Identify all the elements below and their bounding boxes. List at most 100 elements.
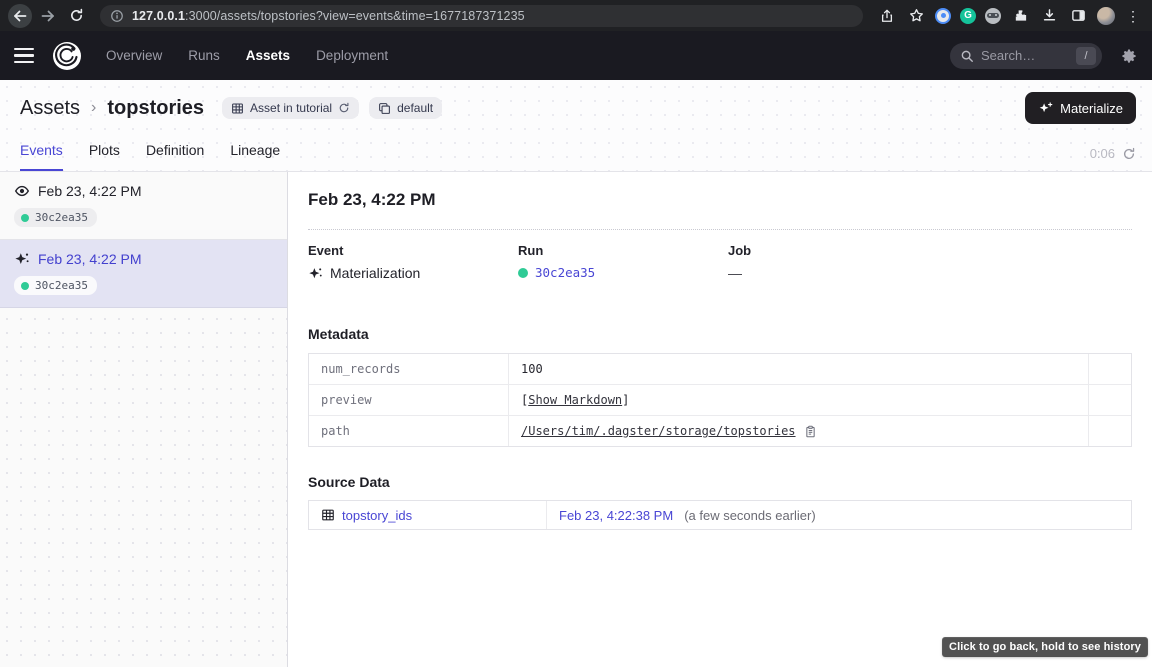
site-info-icon[interactable] (110, 9, 124, 23)
event-list-item-observation[interactable]: Feb 23, 4:22 PM 30c2ea35 (0, 172, 287, 240)
refresh-timer-label: 0:06 (1090, 146, 1115, 161)
path-link[interactable]: /Users/tim/.dagster/storage/topstories (521, 424, 796, 438)
breadcrumb-assets-link[interactable]: Assets (20, 97, 80, 120)
sparkle-materialization-icon (14, 251, 30, 267)
browser-reload-button[interactable] (64, 4, 88, 28)
refresh-icon (1122, 147, 1136, 161)
summary-run-column: Run 30c2ea35 (518, 243, 728, 281)
job-empty-value: — (728, 265, 742, 281)
downloads-button[interactable] (1039, 6, 1059, 26)
puzzle-piece-icon (1013, 8, 1028, 23)
grammarly-extension-icon[interactable]: G (960, 8, 976, 24)
event-run-pill[interactable]: 30c2ea35 (14, 276, 97, 295)
url-text: 127.0.0.1:3000/assets/topstories?view=ev… (132, 9, 525, 23)
event-timestamp: Feb 23, 4:22 PM (38, 251, 142, 267)
side-panel-button[interactable] (1068, 6, 1088, 26)
share-button[interactable] (877, 6, 897, 26)
event-list-sidebar: Feb 23, 4:22 PM 30c2ea35 Feb 23, 4:22 PM… (0, 172, 288, 667)
extensions-button[interactable] (1010, 6, 1030, 26)
browser-back-button[interactable] (8, 4, 32, 28)
hamburger-icon (14, 48, 34, 63)
event-list-item-materialization[interactable]: Feb 23, 4:22 PM 30c2ea35 (0, 240, 287, 308)
browser-toolbar-icons: G ⋮ (875, 6, 1144, 26)
source-timestamp-cell: Feb 23, 4:22:38 PM (a few seconds earlie… (547, 501, 1131, 529)
app-window: 127.0.0.1:3000/assets/topstories?view=ev… (0, 0, 1152, 667)
browser-chrome: 127.0.0.1:3000/assets/topstories?view=ev… (0, 0, 1152, 31)
metadata-value-cell: [Show Markdown] (509, 385, 1089, 416)
run-status-dot (518, 268, 528, 278)
source-timestamp-note: (a few seconds earlier) (684, 508, 816, 523)
summary-event-column: Event Materialization (308, 243, 518, 281)
search-icon (960, 49, 974, 63)
bookmark-star-icon (909, 8, 924, 23)
event-type-value: Materialization (330, 265, 420, 281)
events-view: Feb 23, 4:22 PM 30c2ea35 Feb 23, 4:22 PM… (0, 172, 1152, 667)
history-extension-icon[interactable] (935, 8, 951, 24)
event-detail-title: Feb 23, 4:22 PM (308, 190, 1132, 210)
source-asset-cell: topstory_ids (309, 501, 547, 529)
source-timestamp-link[interactable]: Feb 23, 4:22:38 PM (559, 508, 673, 523)
forward-arrow-icon (40, 8, 56, 24)
breadcrumb: Assets › topstories Asset in tutorial de… (0, 80, 1152, 124)
bracket-close: ] (622, 393, 629, 407)
source-asset-link[interactable]: topstory_ids (342, 508, 412, 523)
metadata-actions-cell (1089, 354, 1131, 385)
summary-job-column: Job — (728, 243, 938, 281)
sparkle-plus-icon (1038, 101, 1053, 116)
settings-button[interactable] (1120, 47, 1138, 65)
materialize-button[interactable]: Materialize (1025, 92, 1136, 124)
code-location-badge[interactable]: default (369, 97, 442, 119)
nav-menu-button[interactable] (14, 44, 38, 68)
show-markdown-link[interactable]: Show Markdown (528, 393, 622, 407)
run-id-label: 30c2ea35 (35, 279, 88, 292)
job-column-label: Job (728, 243, 938, 258)
run-id-link[interactable]: 30c2ea35 (535, 265, 595, 280)
metadata-value-cell: /Users/tim/.dagster/storage/topstories (509, 416, 1089, 446)
asset-group-badge[interactable]: Asset in tutorial (222, 97, 359, 119)
dagster-logo[interactable] (52, 41, 82, 71)
metadata-heading: Metadata (308, 326, 1132, 342)
metadata-actions-cell (1089, 385, 1131, 416)
event-run-pill[interactable]: 30c2ea35 (14, 208, 97, 227)
asset-group-label: Asset in tutorial (250, 101, 332, 115)
tab-definition[interactable]: Definition (146, 134, 204, 171)
search-input[interactable] (981, 48, 1069, 63)
event-timestamp: Feb 23, 4:22 PM (38, 183, 142, 199)
event-list-empty-area (0, 308, 287, 667)
copy-path-button[interactable] (804, 425, 817, 438)
metadata-value-cell: 100 (509, 354, 1089, 385)
layers-copy-icon (378, 102, 391, 115)
tab-events[interactable]: Events (20, 134, 63, 171)
nav-item-assets[interactable]: Assets (246, 48, 290, 63)
bracket-open: [ (521, 393, 528, 407)
code-location-label: default (397, 101, 433, 115)
primary-nav: Overview Runs Assets Deployment (106, 48, 388, 63)
url-path: :3000/assets/topstories?view=events&time… (185, 9, 525, 23)
app-navbar: Overview Runs Assets Deployment / (0, 31, 1152, 80)
nav-item-deployment[interactable]: Deployment (316, 48, 388, 63)
run-status-dot (21, 214, 29, 222)
url-domain: 127.0.0.1 (132, 9, 185, 23)
bookmark-button[interactable] (906, 6, 926, 26)
robot-extension-icon[interactable] (985, 8, 1001, 24)
nav-item-runs[interactable]: Runs (188, 48, 220, 63)
refresh-now-button[interactable] (1122, 147, 1136, 161)
browser-profile-avatar[interactable] (1097, 7, 1115, 25)
nav-item-overview[interactable]: Overview (106, 48, 162, 63)
tab-lineage[interactable]: Lineage (230, 134, 280, 171)
table-grid-icon (231, 102, 244, 115)
side-panel-icon (1071, 8, 1086, 23)
clipboard-icon (804, 425, 817, 438)
metadata-table: num_records 100 preview [Show Markdown] … (308, 353, 1132, 447)
global-search[interactable]: / (950, 43, 1102, 69)
tab-plots[interactable]: Plots (89, 134, 120, 171)
browser-menu-button[interactable]: ⋮ (1124, 9, 1142, 23)
url-bar[interactable]: 127.0.0.1:3000/assets/topstories?view=ev… (100, 5, 863, 27)
run-status-dot (21, 282, 29, 290)
gear-icon (1120, 47, 1138, 65)
metadata-key-cell: path (309, 416, 509, 446)
event-detail-pane: Feb 23, 4:22 PM Event Materialization Ru… (288, 172, 1152, 667)
kebab-menu-icon: ⋮ (1126, 8, 1140, 24)
refresh-icon (338, 102, 350, 114)
browser-forward-button[interactable] (36, 4, 60, 28)
